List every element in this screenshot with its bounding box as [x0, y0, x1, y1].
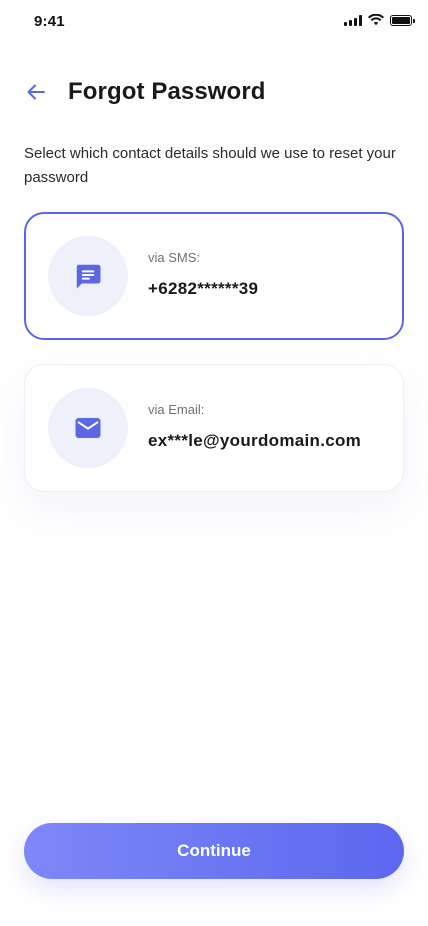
message-icon: [76, 264, 101, 289]
instruction-text: Select which contact details should we u…: [24, 145, 396, 186]
status-icons: [344, 14, 415, 26]
continue-button[interactable]: Continue: [24, 823, 404, 879]
email-icon-circle: [48, 388, 128, 468]
battery-icon: [390, 14, 415, 26]
sms-option-value: +6282******39: [148, 279, 259, 298]
email-option-text: via Email: ex***le@yourdomain.com: [148, 402, 361, 451]
email-option-card[interactable]: via Email: ex***le@yourdomain.com: [24, 364, 404, 492]
back-button[interactable]: [22, 78, 50, 106]
arrow-left-icon: [27, 84, 45, 100]
email-option-label: via Email:: [148, 402, 205, 417]
wifi-icon: [368, 14, 384, 26]
email-option-value: ex***le@yourdomain.com: [148, 431, 362, 450]
sms-option-text: via SMS: +6282******39: [148, 250, 258, 299]
sms-icon-circle: [48, 236, 128, 316]
forgot-password-screen: 9:41 Forgot Password Select which contac…: [0, 0, 428, 926]
status-time: 9:41: [34, 13, 65, 30]
sms-option-card[interactable]: via SMS: +6282******39: [24, 212, 404, 340]
page-title: Forgot Password: [68, 78, 266, 105]
mail-icon: [75, 418, 101, 438]
sms-option-label: via SMS:: [148, 250, 201, 265]
cellular-signal-icon: [344, 14, 362, 26]
status-bar: 9:41: [0, 0, 428, 44]
